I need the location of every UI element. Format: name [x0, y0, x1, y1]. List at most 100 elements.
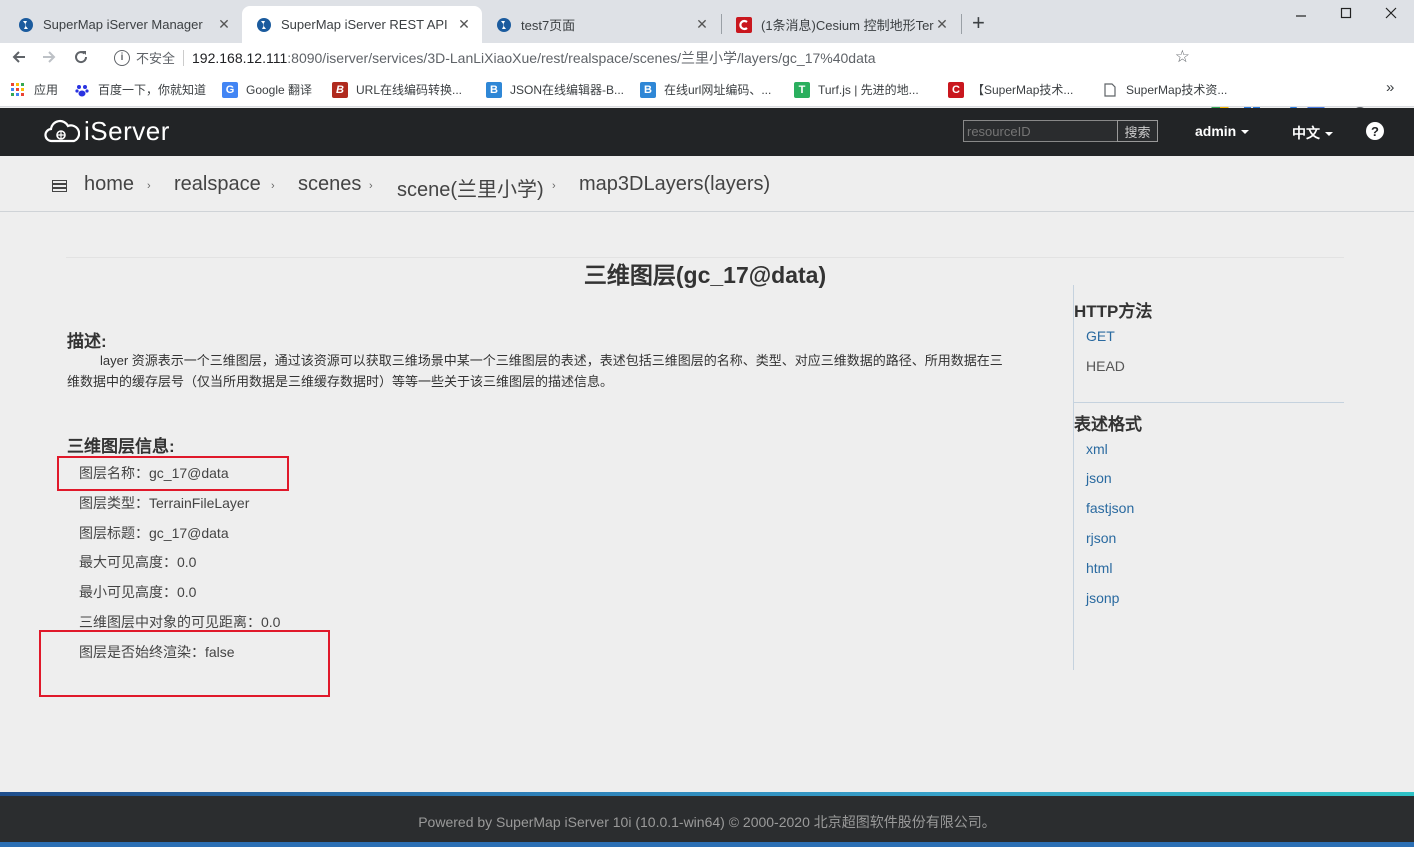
- search-button[interactable]: 搜索: [1117, 120, 1158, 142]
- highlight-box-always-render: [39, 630, 330, 697]
- bookmark-label: SuperMap技术资...: [1126, 83, 1228, 97]
- info-max-visible-altitude: 最大可见高度：0.0: [79, 554, 197, 570]
- iserver-logo[interactable]: iServer: [44, 116, 170, 147]
- bookmark-supermap-docs[interactable]: SuperMap技术资...: [1102, 81, 1227, 98]
- address-bar[interactable]: i 不安全 192.168.12.111 :8090/iserver/servi…: [104, 44, 1200, 71]
- bookmark-url-encoding[interactable]: B 在线url网址编码、...: [640, 81, 771, 98]
- help-icon[interactable]: ?: [1366, 122, 1384, 140]
- method-head: HEAD: [1086, 358, 1125, 374]
- sidebar-divider: [1074, 402, 1344, 403]
- browser-toolbar: i 不安全 192.168.12.111 :8090/iserver/servi…: [0, 43, 1414, 109]
- bookmark-label: Google 翻译: [246, 83, 313, 97]
- app-header: iServer 搜索 admin 中文: [0, 108, 1414, 156]
- bookmarks-overflow-icon[interactable]: »: [1386, 79, 1394, 96]
- tab-iserver-manager[interactable]: SuperMap iServer Manager ✕: [4, 6, 242, 43]
- bookmark-google-translate[interactable]: G Google 翻译: [222, 81, 312, 98]
- bookmark-json-editor[interactable]: B JSON在线编辑器-B...: [486, 81, 624, 98]
- new-tab-button[interactable]: +: [972, 10, 985, 36]
- bookmark-supermap-blog[interactable]: C 【SuperMap技术...: [948, 81, 1073, 98]
- url-host: 192.168.12.111: [192, 49, 288, 66]
- divider: [183, 49, 185, 66]
- format-json-link[interactable]: json: [1086, 470, 1112, 486]
- google-translate-icon: G: [222, 81, 238, 98]
- tab-cesium-article[interactable]: (1条消息)Cesium 控制地形Terra ✕: [722, 6, 960, 43]
- language-menu[interactable]: 中文: [1292, 123, 1333, 143]
- http-methods-heading: HTTP方法: [1074, 302, 1153, 321]
- highlight-box-layer-name: [57, 456, 289, 491]
- csdn-icon: C: [948, 81, 964, 98]
- bookmark-turf[interactable]: T Turf.js | 先进的地...: [794, 81, 919, 98]
- turf-icon: T: [794, 81, 810, 98]
- format-html-link[interactable]: html: [1086, 560, 1112, 576]
- page-footer: Powered by SuperMap iServer 10i (10.0.1-…: [0, 792, 1414, 847]
- apps-grid-icon: [10, 82, 26, 98]
- forward-icon[interactable]: [38, 46, 60, 68]
- info-layer-caption: 图层标题：gc_17@data: [79, 525, 229, 541]
- tab-title: SuperMap iServer Manager: [43, 17, 203, 32]
- method-get-link[interactable]: GET: [1086, 328, 1115, 344]
- formats-heading: 表述格式: [1074, 415, 1142, 434]
- format-jsonp-link[interactable]: jsonp: [1086, 590, 1119, 606]
- footer-copyright: Powered by SuperMap iServer 10i (10.0.1-…: [418, 814, 996, 830]
- user-menu-label: admin: [1195, 123, 1237, 139]
- caret-down-icon: [1325, 132, 1333, 137]
- breadcrumb-home[interactable]: home: [84, 173, 134, 196]
- bookmark-apps[interactable]: 应用: [10, 81, 58, 98]
- bookmark-label: Turf.js | 先进的地...: [818, 83, 919, 97]
- tab-title: (1条消息)Cesium 控制地形Terra: [761, 18, 934, 33]
- breadcrumb-separator: ›: [271, 180, 275, 192]
- bookmark-label: URL在线编码转换...: [356, 83, 463, 97]
- close-icon[interactable]: ✕: [934, 16, 950, 33]
- security-label: 不安全: [136, 51, 176, 66]
- csdn-favicon: [736, 16, 752, 33]
- layer-info-heading: 三维图层信息:: [67, 437, 175, 456]
- description-heading: 描述:: [67, 332, 107, 351]
- close-icon[interactable]: ✕: [694, 16, 710, 33]
- bookmark-label: 百度一下，你就知道: [98, 83, 207, 97]
- maximize-icon[interactable]: [1323, 2, 1369, 24]
- bookmark-star-icon[interactable]: ☆: [1175, 47, 1190, 67]
- breadcrumb-scenes[interactable]: scenes: [298, 173, 361, 196]
- breadcrumb-separator: ›: [369, 180, 373, 192]
- tab-iserver-rest-api[interactable]: SuperMap iServer REST API ✕: [242, 6, 482, 43]
- window-close-icon[interactable]: [1368, 2, 1414, 24]
- bookmark-url-encode[interactable]: B URL在线编码转换...: [332, 81, 462, 98]
- close-icon[interactable]: ✕: [216, 16, 232, 33]
- url-path: :8090/iserver/services/3D-LanLiXiaoXue/r…: [287, 49, 876, 66]
- breadcrumb: home › realspace › scenes › scene(兰里小学) …: [0, 156, 1414, 212]
- tab-test7[interactable]: test7页面 ✕: [482, 6, 720, 43]
- reload-icon[interactable]: [70, 46, 92, 68]
- caret-down-icon: [1241, 130, 1250, 135]
- breadcrumb-scene[interactable]: scene(兰里小学): [397, 173, 544, 202]
- breadcrumb-realspace[interactable]: realspace: [174, 173, 261, 196]
- bookmarks-bar: 应用 百度一下，你就知道 G Google 翻译 B URL在线编码转换... …: [0, 72, 1414, 107]
- bejson-icon: B: [640, 81, 656, 98]
- format-fastjson-link[interactable]: fastjson: [1086, 500, 1134, 516]
- logo-text: iServer: [84, 116, 170, 146]
- letter-b-icon: B: [332, 81, 348, 98]
- resource-search-input[interactable]: [963, 120, 1118, 142]
- close-icon[interactable]: ✕: [456, 16, 472, 33]
- cloud-logo-icon: [44, 119, 80, 142]
- supermap-favicon: [256, 17, 272, 33]
- baidu-paw-icon: [74, 82, 90, 98]
- info-icon[interactable]: i: [114, 49, 130, 66]
- tab-title: SuperMap iServer REST API: [281, 17, 448, 32]
- format-xml-link[interactable]: xml: [1086, 441, 1108, 457]
- supermap-favicon: [496, 17, 512, 33]
- description-text: layer 资源表示一个三维图层，通过该资源可以获取三维场景中某一个三维图层的表…: [67, 353, 1003, 389]
- tab-separator: [961, 14, 962, 34]
- info-min-visible-altitude: 最小可见高度：0.0: [79, 584, 197, 600]
- footer-gradient-bar: [0, 792, 1414, 796]
- supermap-favicon: [18, 17, 34, 33]
- minimize-icon[interactable]: [1278, 2, 1324, 24]
- bookmark-baidu[interactable]: 百度一下，你就知道: [74, 81, 206, 98]
- bookmark-label: 【SuperMap技术...: [972, 83, 1074, 97]
- page-icon: [1102, 82, 1118, 98]
- bejson-icon: B: [486, 81, 502, 98]
- user-menu[interactable]: admin: [1195, 123, 1250, 139]
- format-rjson-link[interactable]: rjson: [1086, 530, 1116, 546]
- breadcrumb-current: map3DLayers(layers): [579, 173, 771, 195]
- info-object-visible-distance: 三维图层中对象的可见距离：0.0: [79, 614, 281, 630]
- back-icon[interactable]: [8, 46, 30, 68]
